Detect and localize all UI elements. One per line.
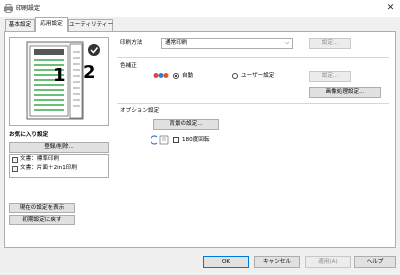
tab-basic[interactable]: 基本設定 <box>5 19 35 31</box>
auto-radio[interactable] <box>173 73 179 79</box>
print-method-select[interactable]: 通常印刷 ⌵ <box>161 38 293 49</box>
reset-defaults-button[interactable]: 初期設定に戻す <box>9 215 75 225</box>
window-title: 印刷設定 <box>16 5 41 12</box>
color-correction-label: 色補正 <box>120 63 137 69</box>
document-icon <box>12 156 18 163</box>
page-number-right: 2 <box>83 62 96 83</box>
color-correction-icon <box>153 73 169 78</box>
background-settings-button[interactable]: 背景の設定... <box>153 119 219 130</box>
list-item[interactable]: 文書：標準印刷 <box>10 155 108 164</box>
cancel-button[interactable]: キャンセル <box>254 256 300 268</box>
auto-radio-label: 自動 <box>182 73 194 79</box>
list-item[interactable]: 文書：片面＋2in1印刷 <box>10 164 108 173</box>
tab-advanced[interactable]: 応用設定 <box>35 17 68 32</box>
page-number-left: 1 <box>53 65 66 86</box>
image-processing-button[interactable]: 画像処理設定... <box>309 87 381 98</box>
document-icon <box>12 165 18 172</box>
divider <box>117 103 389 104</box>
title-bar <box>0 0 400 17</box>
chevron-down-icon: ⌵ <box>285 40 289 46</box>
help-button[interactable]: ヘルプ <box>354 256 396 268</box>
favorite-label: 文書：片面＋2in1印刷 <box>20 165 77 171</box>
printer-icon <box>4 4 13 13</box>
rotate-180-label: 180度回転 <box>182 137 210 143</box>
ok-button[interactable]: OK <box>203 256 249 268</box>
apply-button[interactable]: 適用(A) <box>305 256 351 268</box>
show-current-settings-button[interactable]: 現在の設定を表示 <box>9 203 75 213</box>
options-label: オプション設定 <box>120 108 160 114</box>
user-settings-radio-label: ユーザー設定 <box>241 73 275 79</box>
favorite-label: 文書：標準印刷 <box>20 156 60 162</box>
print-method-settings-button[interactable]: 設定... <box>309 38 351 49</box>
divider <box>117 57 389 58</box>
user-settings-radio[interactable] <box>232 73 238 79</box>
favorites-list[interactable]: 文書：標準印刷 文書：片面＋2in1印刷 <box>9 154 109 178</box>
print-method-label: 印刷方法 <box>120 40 143 46</box>
close-icon[interactable]: ✕ <box>384 2 397 15</box>
rotate-icon <box>151 135 169 145</box>
rotate-180-checkbox[interactable] <box>173 137 179 143</box>
color-settings-button[interactable]: 設定... <box>309 71 351 82</box>
tab-utility[interactable]: ユーティリティー <box>68 19 113 31</box>
preview-area: 1 2 <box>9 37 109 126</box>
print-method-value: 通常印刷 <box>165 40 188 46</box>
register-delete-button[interactable]: 登録/削除... <box>9 142 109 153</box>
favorites-heading: お気に入り設定 <box>9 132 49 138</box>
